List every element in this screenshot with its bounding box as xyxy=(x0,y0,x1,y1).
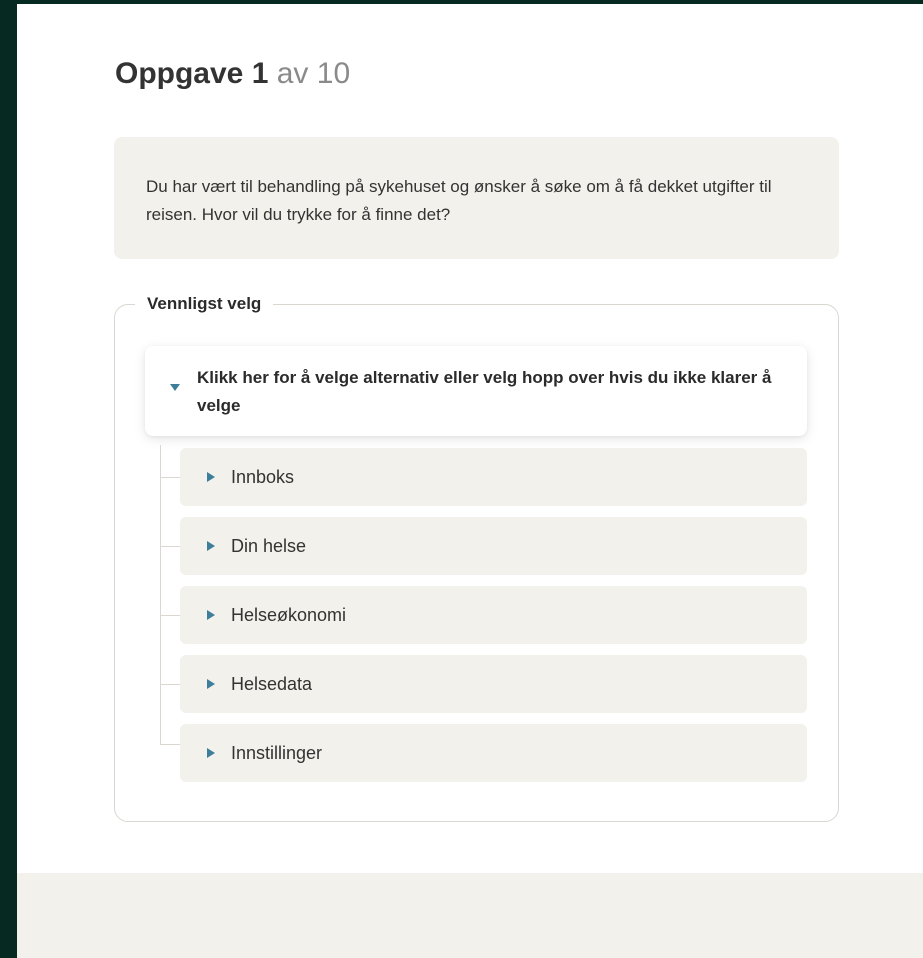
main-option-toggle[interactable]: Klikk her for å velge alternativ eller v… xyxy=(145,346,807,436)
option-innstillinger[interactable]: Innstillinger xyxy=(180,724,807,782)
option-label: Din helse xyxy=(231,536,307,556)
option-helseokonomi[interactable]: Helseøkonomi xyxy=(180,586,807,644)
tree-branch xyxy=(160,744,180,745)
option-innboks[interactable]: Innboks xyxy=(180,448,807,506)
option-label: Helsedata xyxy=(231,674,313,694)
tree-branch xyxy=(160,684,180,685)
page: Oppgave 1 av 10 Du har vært til behandli… xyxy=(17,4,923,958)
tree-connector xyxy=(160,445,161,745)
caret-right-icon xyxy=(207,541,215,551)
main-option-label: Klikk her for å velge alternativ eller v… xyxy=(197,368,772,415)
option-label: Helseøkonomi xyxy=(231,605,347,625)
caret-right-icon xyxy=(207,748,215,758)
task-title: Oppgave 1 av 10 xyxy=(115,56,350,92)
caret-right-icon xyxy=(207,679,215,689)
tree-branch xyxy=(160,615,180,616)
task-total: av 10 xyxy=(276,57,351,90)
option-helsedata[interactable]: Helsedata xyxy=(180,655,807,713)
footer-band xyxy=(17,873,923,958)
option-label: Innstillinger xyxy=(231,743,323,763)
question-box: Du har vært til behandling på sykehuset … xyxy=(114,137,839,259)
choice-legend: Vennligst velg xyxy=(147,294,262,313)
tree-branch xyxy=(160,546,180,547)
tree-branch xyxy=(160,477,180,478)
task-number: Oppgave 1 xyxy=(115,57,269,90)
caret-right-icon xyxy=(207,472,215,482)
caret-down-icon xyxy=(170,384,180,391)
option-din-helse[interactable]: Din helse xyxy=(180,517,807,575)
caret-right-icon xyxy=(207,610,215,620)
option-label: Innboks xyxy=(231,467,295,487)
question-text: Du har vært til behandling på sykehuset … xyxy=(146,177,772,224)
